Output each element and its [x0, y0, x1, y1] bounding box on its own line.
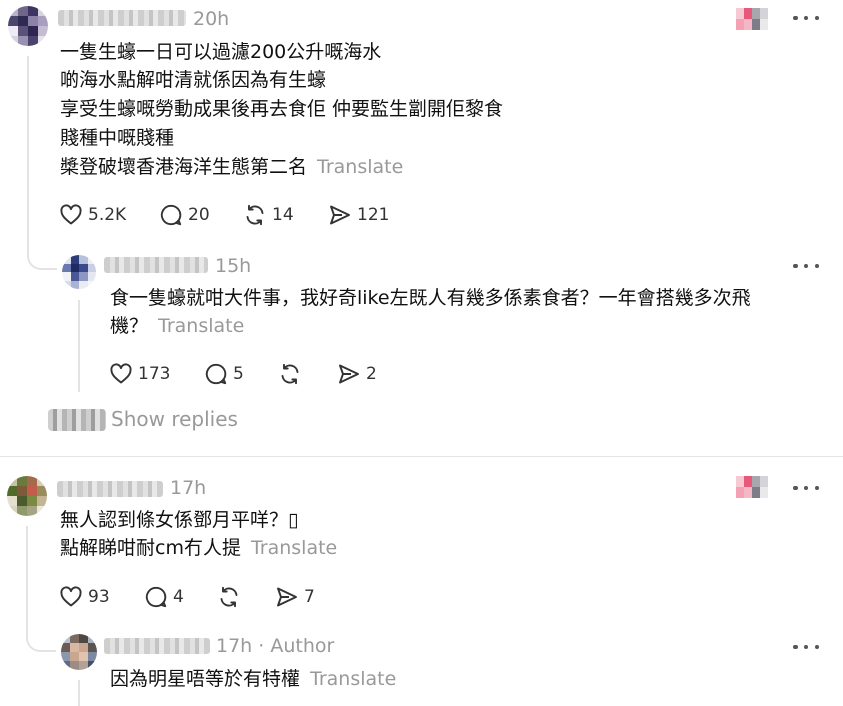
like-count: 173 [138, 364, 171, 384]
repost-icon [246, 204, 264, 226]
share-count: 121 [357, 205, 390, 225]
post-text-line: 享受生蠔嘅勞動成果後再去食佢 仲要監生劏開佢黎食 [60, 98, 504, 120]
repost-icon [281, 363, 299, 385]
more-icon[interactable] [793, 643, 819, 651]
post-text-line: 因為明星唔等於有特權 Translate [110, 665, 396, 694]
avatar[interactable] [62, 255, 96, 289]
heart-icon [110, 363, 132, 384]
avatar[interactable] [8, 6, 48, 46]
like-button[interactable]: 93 [59, 584, 110, 610]
post-text-line: 槳登破壞香港海洋生態第二名 Translate [60, 153, 403, 182]
post-text-last: 點解睇咁耐cm冇人提 [60, 537, 241, 559]
user-badge-icon [736, 8, 768, 30]
username[interactable] [104, 638, 210, 654]
post-text-line: 一隻生蠔一日可以過濾200公升嘅海水 [60, 41, 382, 63]
post-text-line: 無人認到條女係鄧月平咩？▯ [60, 509, 299, 531]
share-count: 7 [304, 587, 315, 607]
thread-line [27, 56, 29, 256]
timestamp: 17h · Author [216, 634, 334, 658]
post-text-line: 賤種中嘅賤種 [60, 127, 175, 149]
translate-link[interactable]: Translate [251, 537, 337, 559]
thread-connector [26, 622, 56, 652]
translate-link[interactable]: Translate [317, 156, 403, 178]
comment-count: 5 [233, 364, 244, 384]
user-badge-icon [736, 476, 768, 498]
like-button[interactable]: 5.2K [59, 202, 126, 228]
timestamp: 20h [193, 8, 230, 30]
translate-link[interactable]: Translate [158, 315, 244, 337]
thread-line [78, 300, 80, 392]
post-text-last: 因為明星唔等於有特權 [110, 668, 301, 690]
translate-link[interactable]: Translate [310, 668, 396, 690]
comment-icon [145, 586, 167, 608]
post-text-line: 啲海水點解咁清就係因為有生蠔 [60, 69, 327, 91]
post-text-line: 點解睇咁耐cm冇人提 Translate [60, 534, 337, 563]
timestamp: 15h [215, 255, 252, 277]
like-count: 5.2K [88, 205, 127, 225]
share-button[interactable]: 121 [328, 202, 389, 228]
timestamp: 17h [170, 477, 207, 499]
comment-button[interactable]: 5 [204, 361, 244, 387]
username[interactable] [104, 257, 208, 273]
repost-icon [220, 586, 238, 608]
repost-button[interactable]: 14 [243, 202, 294, 228]
share-button[interactable]: 2 [337, 361, 377, 387]
post-text-last: 槳登破壞香港海洋生態第二名 [60, 156, 308, 178]
comment-count: 20 [188, 205, 210, 225]
share-icon [330, 205, 350, 225]
repost-count: 14 [272, 205, 294, 225]
repost-button[interactable] [217, 584, 241, 610]
share-button[interactable]: 7 [275, 584, 315, 610]
more-icon[interactable] [793, 484, 819, 492]
timestamp-value: 17h [216, 635, 253, 657]
post-text-line: 機？ Translate [110, 312, 244, 341]
username[interactable] [58, 10, 186, 26]
thread-line [78, 680, 80, 706]
username[interactable] [57, 481, 163, 497]
comment-icon [160, 204, 182, 226]
post-text-last: 機？ [110, 315, 149, 337]
repost-button[interactable] [278, 361, 302, 387]
avatar[interactable] [61, 634, 97, 670]
comment-count: 4 [173, 587, 184, 607]
share-count: 2 [366, 364, 377, 384]
heart-icon [60, 204, 82, 225]
reply-avatars [48, 409, 106, 431]
show-replies-link[interactable]: Show replies [111, 406, 238, 432]
more-icon[interactable] [793, 262, 819, 270]
thread-connector [27, 240, 57, 270]
post-divider [0, 456, 843, 457]
more-icon[interactable] [793, 14, 819, 22]
like-count: 93 [88, 587, 110, 607]
author-tag: · Author [258, 635, 335, 657]
comment-icon [205, 363, 227, 385]
heart-icon [60, 586, 82, 607]
thread-line [26, 526, 28, 636]
comment-button[interactable]: 4 [144, 584, 184, 610]
like-button[interactable]: 173 [109, 361, 170, 387]
share-icon [277, 587, 297, 607]
post-text-line: 食一隻蠔就咁大件事，我好奇like左既人有幾多係素食者？一年會搭幾多次飛 [110, 287, 751, 309]
comment-button[interactable]: 20 [159, 202, 210, 228]
share-icon [339, 364, 359, 384]
avatar[interactable] [7, 476, 47, 516]
